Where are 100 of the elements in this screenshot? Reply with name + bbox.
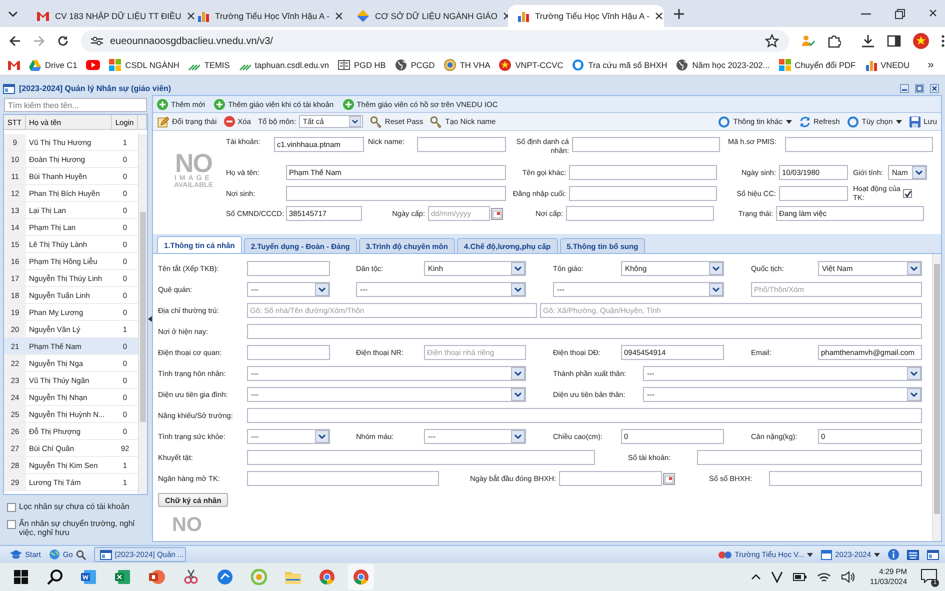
info-icon[interactable] (888, 549, 899, 560)
restore-icon[interactable] (895, 8, 905, 18)
close-icon[interactable] (335, 12, 344, 20)
search-icon[interactable] (47, 569, 63, 585)
text-field[interactable] (247, 324, 922, 339)
bookmark-link[interactable]: PCGD (394, 59, 435, 71)
text-field[interactable] (569, 186, 717, 200)
caret-icon (315, 430, 329, 443)
bookmark-link[interactable]: VNPT-CCVC (499, 59, 564, 71)
reload-icon[interactable] (57, 35, 69, 47)
browser-tab[interactable]: Trường Tiểu Học Vĩnh Hậu A - (188, 5, 344, 27)
browser-tab[interactable]: Trường Tiểu Học Vĩnh Hậu A - (508, 5, 664, 27)
text-field[interactable] (697, 450, 922, 465)
text-field[interactable] (769, 471, 922, 486)
calendar-icon[interactable] (663, 472, 675, 484)
plus-icon[interactable] (674, 8, 684, 18)
text-field[interactable] (247, 471, 439, 486)
chevron-up-icon[interactable] (751, 573, 762, 581)
more-icon[interactable] (941, 34, 945, 48)
address-bar[interactable]: eueounnaoosgdbaclieu.vnedu.vn/v3/ (81, 30, 789, 52)
folder-icon[interactable] (285, 570, 301, 584)
triangle-icon (29, 60, 41, 70)
close-icon[interactable] (655, 12, 664, 20)
bookmark-link[interactable]: Drive C1 (29, 60, 78, 70)
maximize-icon[interactable] (915, 84, 924, 93)
text-field[interactable] (417, 137, 506, 152)
text-field[interactable] (247, 450, 595, 465)
scissors-icon[interactable] (183, 569, 199, 585)
checkbox[interactable] (7, 503, 16, 512)
caret-icon (511, 430, 525, 443)
window-icon (3, 83, 15, 94)
bookmark-link[interactable]: VNEDU (864, 59, 910, 71)
scrollbar[interactable] (138, 134, 147, 494)
speaker-icon[interactable] (841, 571, 856, 583)
windows-icon[interactable] (14, 570, 28, 584)
bookmark-link[interactable]: PGD HB (338, 60, 386, 70)
bookmark-link[interactable]: taphuan.csdl.edu.vn (238, 59, 330, 71)
text-field[interactable] (569, 165, 717, 180)
browser-tab[interactable]: CV 183 NHẬP DỮ LIỆU TT ĐIỀU (28, 5, 184, 27)
window-icon[interactable] (927, 549, 939, 560)
bookmark-link[interactable]: TEMIS (188, 59, 230, 71)
text-field[interactable] (779, 186, 848, 200)
calendar-icon (821, 549, 832, 560)
checkbox-label[interactable]: Ẩn nhân sự chuyển trường, nghỉ việc, nghỉ hưu (19, 519, 146, 537)
keyboard-icon[interactable] (907, 550, 919, 560)
text-field[interactable] (247, 408, 922, 423)
checkbox[interactable] (903, 189, 912, 198)
more-bookmarks-button[interactable]: » (928, 59, 934, 71)
text-field[interactable] (247, 345, 330, 360)
side-panel-icon[interactable] (887, 34, 901, 48)
mail-icon[interactable] (8, 60, 20, 70)
text-field[interactable] (785, 137, 933, 152)
battery-icon[interactable] (793, 572, 808, 582)
diamond-icon (357, 10, 369, 22)
play-icon[interactable] (86, 60, 100, 70)
caret-icon (511, 388, 525, 401)
back-icon[interactable] (9, 35, 21, 47)
date-field[interactable] (559, 471, 662, 486)
puzzle-icon[interactable] (827, 34, 841, 48)
v-mark-icon[interactable] (771, 571, 784, 583)
search-field[interactable]: Tìm kiếm theo tên... (4, 98, 147, 112)
notification-icon[interactable] (921, 569, 937, 583)
close-icon[interactable] (187, 12, 196, 20)
wifi-icon[interactable] (817, 572, 832, 582)
checkbox-label[interactable]: Lọc nhân sự chưa có tài khoản (19, 502, 130, 511)
chevron-down-icon[interactable] (8, 10, 18, 18)
bookmark-link[interactable]: Chuyển đổi PDF (778, 59, 856, 71)
dots-icon (718, 550, 732, 558)
text-field[interactable] (247, 261, 330, 276)
checkbox[interactable] (7, 520, 16, 529)
document-icon[interactable] (81, 569, 97, 585)
download-icon[interactable] (861, 34, 875, 48)
caret-icon (907, 388, 921, 401)
add-icon (214, 98, 226, 110)
spreadsheet-icon[interactable] (115, 569, 131, 585)
minimize-icon[interactable] (900, 84, 909, 93)
text-field[interactable] (566, 206, 714, 221)
edit-icon (157, 116, 169, 128)
bookmark-star-icon[interactable] (765, 34, 779, 48)
browser-icon[interactable] (353, 569, 369, 585)
globe-icon (676, 59, 688, 71)
ring-icon (718, 116, 730, 128)
browser-icon[interactable] (319, 569, 335, 585)
profile-icon[interactable] (913, 33, 929, 49)
bookmark-link[interactable]: TH VHA (444, 59, 490, 71)
calendar-icon[interactable] (491, 208, 503, 220)
person-icon[interactable] (801, 34, 815, 48)
tune-icon[interactable] (91, 36, 103, 46)
caret-icon (807, 552, 814, 556)
slides-icon[interactable] (149, 569, 165, 585)
bookmark-link[interactable]: Tra cứu mã số BHXH (572, 59, 668, 71)
text-field[interactable] (286, 186, 506, 200)
bookmark-link[interactable]: Năm học 2023-202... (676, 59, 770, 71)
close-icon[interactable] (929, 8, 937, 16)
refresh-icon (798, 116, 810, 128)
bookmark-link[interactable]: CSDL NGÀNH (109, 59, 180, 71)
scrollbar[interactable] (932, 254, 941, 541)
chart-icon (864, 59, 877, 71)
close-icon[interactable] (930, 84, 939, 93)
text-field[interactable] (572, 137, 720, 152)
